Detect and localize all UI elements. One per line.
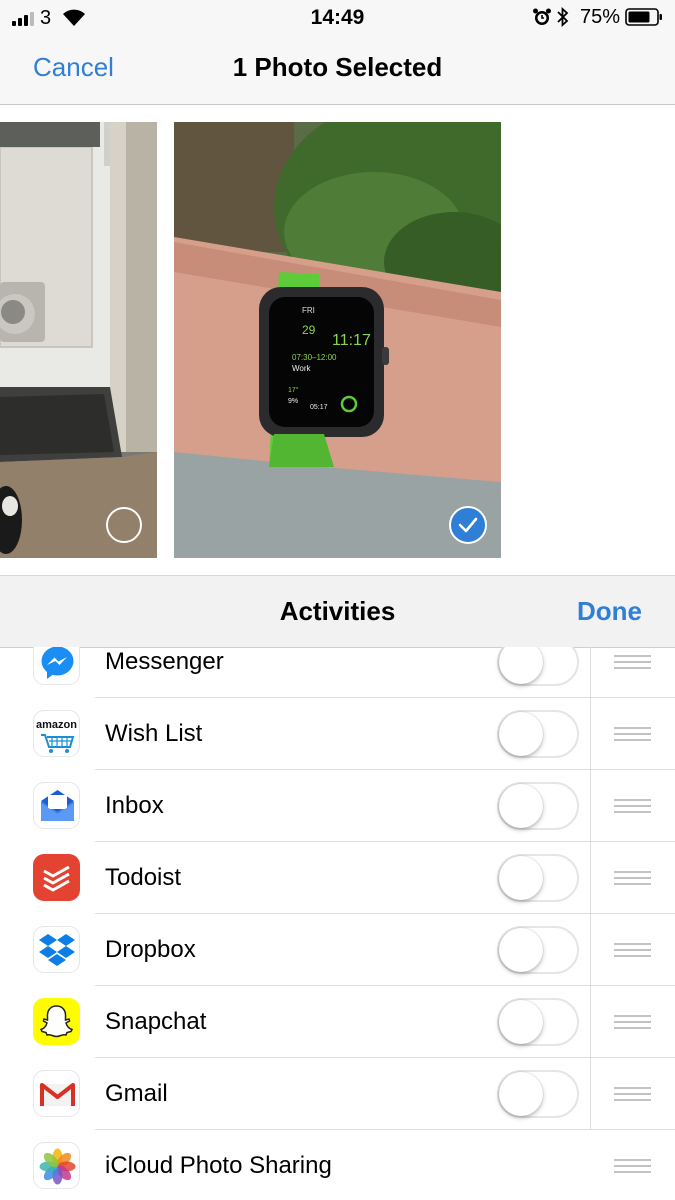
gmail-icon — [33, 1070, 80, 1117]
inbox-toggle[interactable] — [497, 782, 579, 830]
todoist-icon — [33, 854, 80, 901]
activity-label: Dropbox — [105, 936, 196, 963]
activity-row-snapchat: Snapchat — [0, 986, 675, 1058]
reorder-handle-icon[interactable] — [614, 727, 651, 741]
dropbox-icon — [33, 926, 80, 973]
reorder-handle-icon[interactable] — [614, 655, 651, 669]
svg-text:11:17: 11:17 — [332, 332, 371, 349]
snapchat-toggle[interactable] — [497, 998, 579, 1046]
activity-row-inbox: Inbox — [0, 770, 675, 842]
svg-text:07:30–12:00: 07:30–12:00 — [292, 353, 337, 362]
photo-thumbnail-door[interactable] — [0, 122, 157, 558]
svg-text:Work: Work — [292, 364, 312, 373]
alarm-icon — [533, 8, 551, 25]
activity-row-icloud-photo-sharing: iCloud Photo Sharing — [0, 1130, 675, 1200]
dropbox-toggle[interactable] — [497, 926, 579, 974]
battery-percentage: 75% — [580, 6, 621, 28]
photo-strip[interactable]: FRI 29 11:17 07:30–12:00 Work 17° 9% 05:… — [0, 105, 675, 575]
activity-row-gmail: Gmail — [0, 1058, 675, 1130]
activity-row-wish-list: amazon Wish List — [0, 698, 675, 770]
svg-text:05:17: 05:17 — [310, 404, 328, 411]
activity-label: iCloud Photo Sharing — [105, 1152, 332, 1179]
activity-label: Snapchat — [105, 1008, 207, 1035]
activities-header: Activities Done — [0, 575, 675, 648]
snapchat-icon — [33, 998, 80, 1045]
messenger-toggle[interactable] — [497, 647, 579, 686]
selection-circle[interactable] — [106, 507, 142, 543]
reorder-handle-icon[interactable] — [614, 1087, 651, 1101]
activity-row-todoist: Todoist — [0, 842, 675, 914]
checkmark-icon — [458, 517, 478, 533]
activity-label: Inbox — [105, 792, 164, 819]
svg-text:FRI: FRI — [302, 306, 315, 315]
activity-row-messenger: Messenger — [0, 647, 675, 698]
status-bar: 3 14:49 75% — [0, 0, 675, 38]
photos-icon — [33, 1142, 80, 1189]
done-button[interactable]: Done — [577, 596, 642, 627]
selected-checkmark[interactable] — [449, 506, 487, 544]
bluetooth-icon — [557, 6, 569, 28]
photo-thumbnail-watch[interactable]: FRI 29 11:17 07:30–12:00 Work 17° 9% 05:… — [174, 122, 501, 558]
inbox-icon — [33, 782, 80, 829]
navigation-bar: Cancel 1 Photo Selected — [0, 38, 675, 105]
page-title: 1 Photo Selected — [232, 52, 443, 82]
svg-text:9%: 9% — [288, 398, 298, 405]
activity-label: Gmail — [105, 1080, 168, 1107]
activities-title: Activities — [279, 596, 396, 626]
amazon-icon: amazon — [33, 710, 80, 757]
wish-list-toggle[interactable] — [497, 710, 579, 758]
reorder-handle-icon[interactable] — [614, 799, 651, 813]
svg-text:17°: 17° — [288, 386, 299, 394]
messenger-icon — [33, 647, 80, 685]
activity-row-dropbox: Dropbox — [0, 914, 675, 986]
gmail-toggle[interactable] — [497, 1070, 579, 1118]
activities-list[interactable]: Messenger amazon Wish List Inbox Todoist… — [0, 647, 675, 1200]
activity-label: Wish List — [105, 720, 203, 747]
todoist-toggle[interactable] — [497, 854, 579, 902]
status-time: 14:49 — [310, 6, 365, 29]
reorder-handle-icon[interactable] — [614, 1015, 651, 1029]
battery-icon — [625, 8, 662, 26]
reorder-handle-icon[interactable] — [614, 871, 651, 885]
reorder-handle-icon[interactable] — [614, 1159, 651, 1173]
svg-text:29: 29 — [302, 323, 316, 337]
activity-label: Todoist — [105, 864, 182, 891]
reorder-handle-icon[interactable] — [614, 943, 651, 957]
activity-label: Messenger — [105, 648, 224, 675]
